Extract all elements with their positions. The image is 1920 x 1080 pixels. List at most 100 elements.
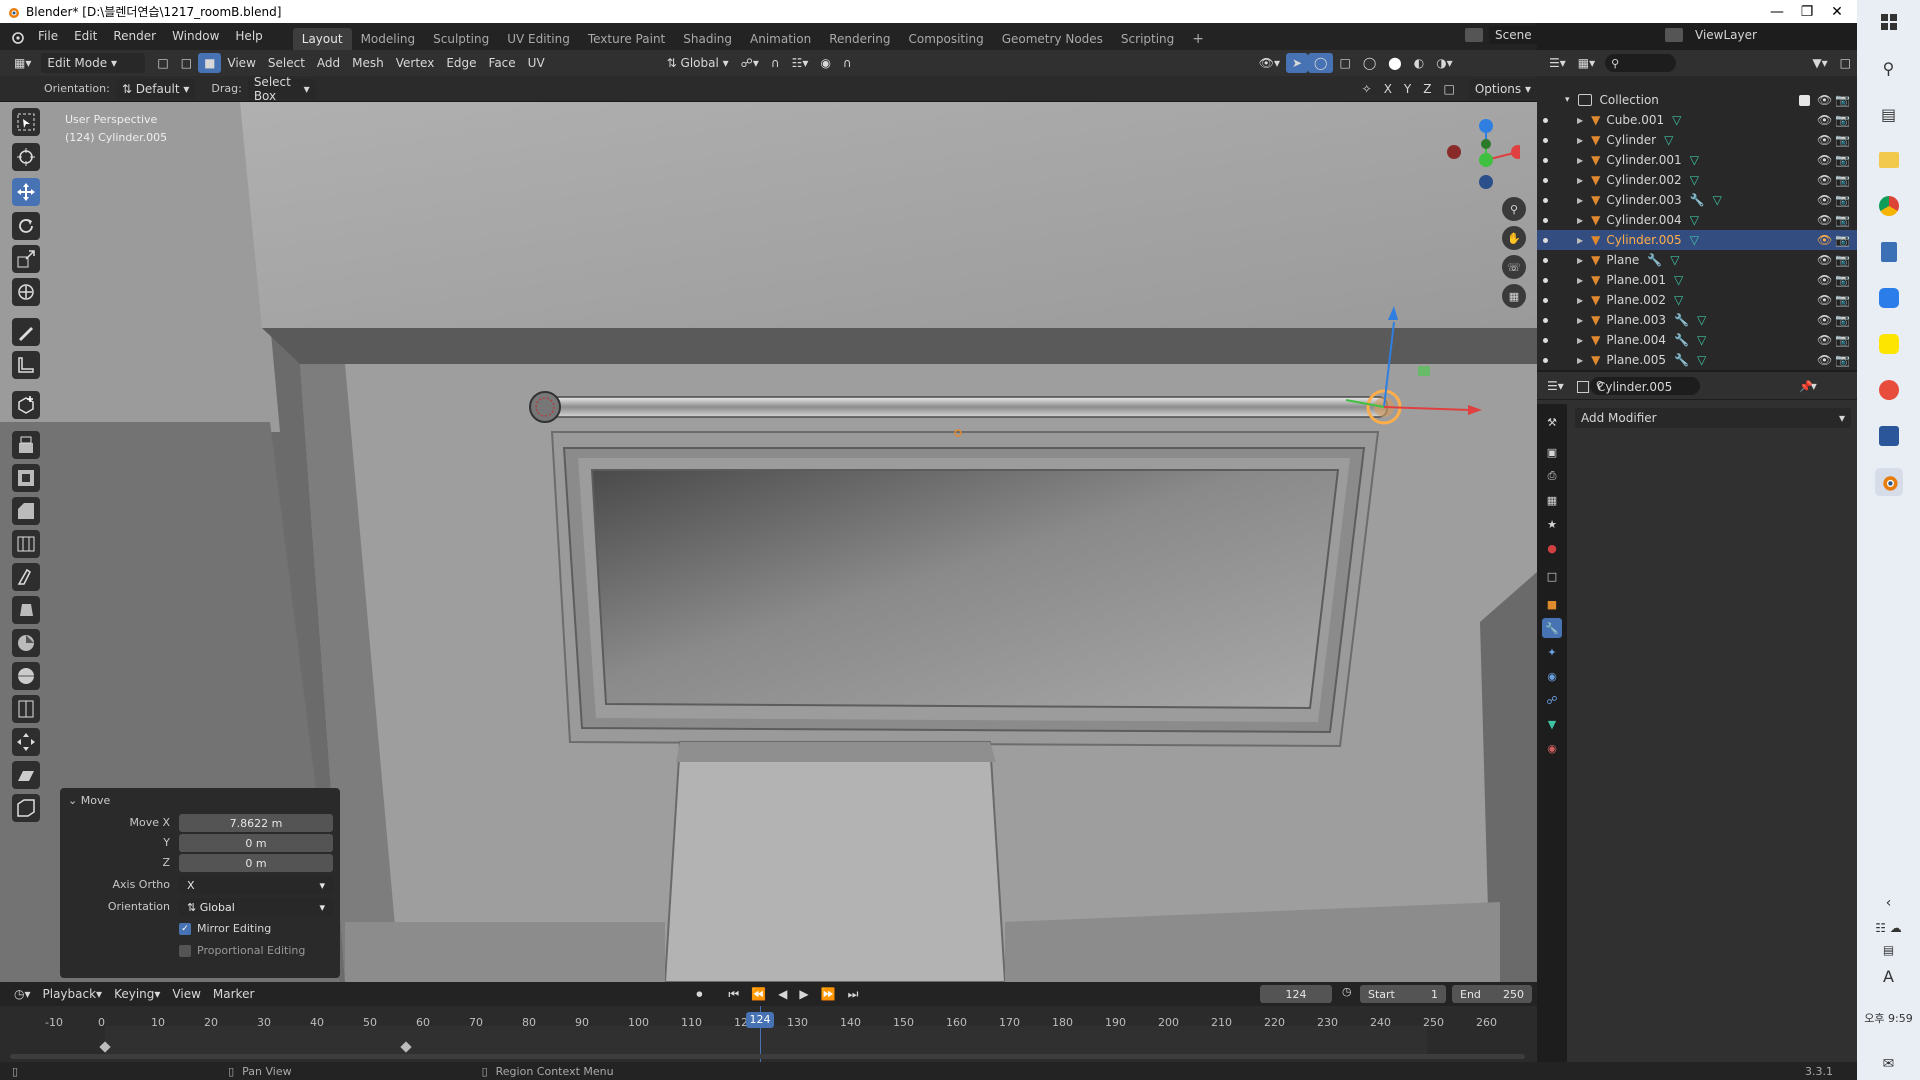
- camera-icon[interactable]: 📷: [1835, 113, 1850, 127]
- expand-icon[interactable]: ▶: [1577, 196, 1583, 205]
- view-layer-selector[interactable]: ViewLayer: [1665, 26, 1809, 44]
- eye-icon[interactable]: 👁: [1817, 193, 1832, 207]
- view-layer-name[interactable]: ViewLayer: [1689, 26, 1809, 44]
- mirror-z-toggle[interactable]: Z: [1417, 79, 1437, 99]
- menu-timeline-view[interactable]: View: [166, 984, 206, 1004]
- select-dot-icon[interactable]: [1543, 277, 1548, 283]
- expand-icon[interactable]: ▶: [1577, 356, 1583, 365]
- mode-dropdown[interactable]: Edit Mode ▾: [41, 53, 146, 73]
- falloff-icon[interactable]: ∩: [837, 53, 858, 73]
- mesh-data-icon[interactable]: ▽: [1690, 213, 1699, 227]
- current-frame-field[interactable]: 124: [1260, 985, 1332, 1003]
- select-dot-icon[interactable]: [1543, 297, 1548, 303]
- mesh-data-icon[interactable]: ▽: [1690, 233, 1699, 247]
- eye-icon[interactable]: 👁: [1817, 93, 1832, 107]
- word-icon[interactable]: [1875, 422, 1903, 450]
- monitor-icon[interactable]: ▤: [1883, 943, 1894, 957]
- tab-layout[interactable]: Layout: [292, 28, 352, 50]
- mirror-editing-checkbox[interactable]: ✓ Mirror Editing: [179, 922, 271, 935]
- camera-icon[interactable]: 📷: [1835, 193, 1850, 207]
- select-dot-icon[interactable]: [1543, 117, 1548, 123]
- 3d-viewport[interactable]: User Perspective (124) Cylinder.005 ⚲ ✋ …: [0, 102, 1537, 982]
- outliner-item[interactable]: ▶ ▼ Plane.004 🔧 ▽ 👁 📷: [1537, 330, 1857, 350]
- jump-end-icon[interactable]: ⏭: [842, 984, 865, 1004]
- jump-start-icon[interactable]: ⏮: [722, 984, 745, 1004]
- filter-icon[interactable]: ▼▾: [1806, 53, 1833, 73]
- modifier-icon[interactable]: 🔧: [1674, 333, 1689, 347]
- eye-icon[interactable]: 👁: [1817, 153, 1832, 167]
- select-dot-icon[interactable]: [1543, 197, 1548, 203]
- outliner-item[interactable]: ▶ ▼ Cylinder.004 ▽ 👁 📷: [1537, 210, 1857, 230]
- mirror-axis-icon[interactable]: ✧: [1356, 79, 1378, 99]
- tab-texture-paint[interactable]: Texture Paint: [579, 28, 674, 50]
- wireframe-shading-icon[interactable]: ◯: [1357, 53, 1382, 73]
- mesh-data-icon[interactable]: ▽: [1697, 313, 1706, 327]
- loop-cut-tool-icon[interactable]: [12, 530, 40, 558]
- tab-sculpting[interactable]: Sculpting: [424, 28, 498, 50]
- pivot-icon[interactable]: ☍▾: [735, 53, 765, 73]
- eye-icon[interactable]: 👁: [1817, 273, 1832, 287]
- menu-keying[interactable]: Keying ▾: [108, 984, 166, 1004]
- eye-icon[interactable]: 👁: [1817, 133, 1832, 147]
- add-workspace-icon[interactable]: +: [1183, 28, 1213, 50]
- proportional-icon[interactable]: ◉: [814, 53, 836, 73]
- solid-shading-icon[interactable]: ⬤: [1382, 53, 1407, 73]
- orientation-panel-dropdown[interactable]: ⇅ Global ▾: [179, 898, 333, 916]
- mesh-data-icon[interactable]: ▽: [1697, 333, 1706, 347]
- select-dot-icon[interactable]: [1543, 237, 1548, 243]
- auto-merge-icon[interactable]: □: [1438, 79, 1461, 99]
- rendered-shading-icon[interactable]: ◑▾: [1430, 53, 1459, 73]
- chevron-left-icon[interactable]: ‹: [1886, 895, 1892, 911]
- menu-view[interactable]: View: [221, 53, 261, 73]
- menu-window[interactable]: Window: [164, 23, 227, 50]
- x-axis-icon[interactable]: [1511, 145, 1520, 159]
- timeline-editor-icon[interactable]: ◷▾: [8, 984, 37, 1004]
- display-mode-icon[interactable]: ▦▾: [1572, 53, 1601, 73]
- neg-x-axis-icon[interactable]: [1447, 145, 1461, 159]
- menu-add[interactable]: Add: [311, 53, 346, 73]
- edge-select-icon[interactable]: □: [175, 53, 198, 73]
- start-frame-field[interactable]: Start 1: [1360, 985, 1446, 1003]
- extrude-tool-icon[interactable]: [12, 431, 40, 459]
- select-dot-icon[interactable]: [1543, 257, 1548, 263]
- modifier-icon[interactable]: 🔧: [1647, 253, 1662, 267]
- scale-tool-icon[interactable]: [12, 245, 40, 273]
- render-tab-icon[interactable]: ▣: [1542, 442, 1562, 462]
- menu-edit[interactable]: Edit: [66, 23, 105, 50]
- constraints-tab-icon[interactable]: ☍: [1542, 690, 1562, 710]
- select-box-icon[interactable]: [12, 108, 40, 136]
- expand-icon[interactable]: ▶: [1577, 256, 1583, 265]
- tab-scripting[interactable]: Scripting: [1112, 28, 1183, 50]
- tab-rendering[interactable]: Rendering: [820, 28, 899, 50]
- modifier-tab-icon[interactable]: 🔧: [1542, 618, 1562, 638]
- view-layer-tab-icon[interactable]: ▦: [1542, 490, 1562, 510]
- expand-icon[interactable]: ▶: [1577, 116, 1583, 125]
- camera-icon[interactable]: 📷: [1835, 133, 1850, 147]
- camera-icon[interactable]: 📷: [1835, 313, 1850, 327]
- chrome-icon[interactable]: [1875, 192, 1903, 220]
- new-collection-icon[interactable]: □: [1834, 53, 1857, 73]
- prev-keyframe-icon[interactable]: ⏪: [745, 984, 772, 1004]
- eye-icon[interactable]: 👁: [1817, 213, 1832, 227]
- object-tab-icon[interactable]: ■: [1542, 594, 1562, 614]
- expand-icon[interactable]: ▶: [1577, 336, 1583, 345]
- expand-icon[interactable]: ▶: [1577, 216, 1583, 225]
- mesh-data-icon[interactable]: ▽: [1670, 253, 1679, 267]
- eye-icon[interactable]: 👁: [1817, 293, 1832, 307]
- task-view-icon[interactable]: ▤: [1875, 100, 1903, 128]
- modifier-icon[interactable]: 🔧: [1674, 313, 1689, 327]
- shrink-fatten-tool-icon[interactable]: [12, 728, 40, 756]
- ortho-grid-icon[interactable]: ▦: [1502, 284, 1526, 308]
- exclude-checkbox[interactable]: [1799, 94, 1810, 106]
- output-tab-icon[interactable]: ⎙: [1542, 466, 1562, 486]
- outliner-editor-icon[interactable]: ☰▾: [1543, 53, 1572, 73]
- inset-tool-icon[interactable]: [12, 464, 40, 492]
- poly-build-tool-icon[interactable]: [12, 596, 40, 624]
- menu-file[interactable]: File: [30, 23, 66, 50]
- expand-icon[interactable]: ▶: [1577, 296, 1583, 305]
- menu-select[interactable]: Select: [262, 53, 311, 73]
- windows-start-icon[interactable]: [1875, 8, 1903, 36]
- camera-icon[interactable]: 📷: [1835, 153, 1850, 167]
- select-dot-icon[interactable]: [1543, 157, 1548, 163]
- modifier-icon[interactable]: 🔧: [1674, 353, 1689, 367]
